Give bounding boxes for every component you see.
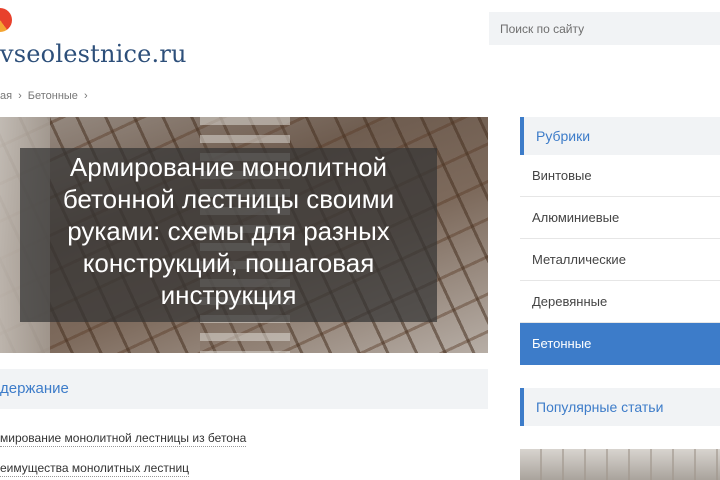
article-hero-image: Армирование монолитной бетонной лестницы…	[0, 117, 488, 353]
rubrics-widget: Рубрики Винтовые Алюминиевые Металлическ…	[520, 117, 720, 365]
toc-item[interactable]: мирование монолитной лестницы из бетона	[0, 431, 247, 447]
search-input[interactable]	[489, 12, 720, 45]
popular-article-thumbnail[interactable]	[520, 449, 720, 480]
toc-item[interactable]: еимущества монолитных лестниц	[0, 461, 190, 477]
breadcrumb-separator: ›	[83, 90, 88, 102]
rubric-item-concrete[interactable]: Бетонные	[520, 323, 720, 365]
rubric-item-spiral[interactable]: Винтовые	[520, 155, 720, 197]
logo-icon[interactable]	[0, 8, 12, 32]
rubric-item-wooden[interactable]: Деревянные	[520, 281, 720, 323]
article-title: Армирование монолитной бетонной лестницы…	[62, 152, 395, 310]
breadcrumb-separator: ›	[18, 90, 22, 102]
toc-header[interactable]: держание	[0, 369, 488, 409]
rubrics-title: Рубрики	[520, 117, 720, 155]
breadcrumb: ая › Бетонные ›	[0, 90, 94, 102]
breadcrumb-category-link[interactable]: Бетонные	[28, 90, 78, 102]
breadcrumb-home-link[interactable]: ая	[0, 90, 12, 102]
popular-widget: Популярные статьи	[520, 388, 720, 426]
popular-title: Популярные статьи	[520, 388, 720, 426]
site-logo[interactable]: vseolestnice.ru	[0, 40, 187, 68]
rubric-item-aluminum[interactable]: Алюминиевые	[520, 197, 720, 239]
rubric-item-metal[interactable]: Металлические	[520, 239, 720, 281]
